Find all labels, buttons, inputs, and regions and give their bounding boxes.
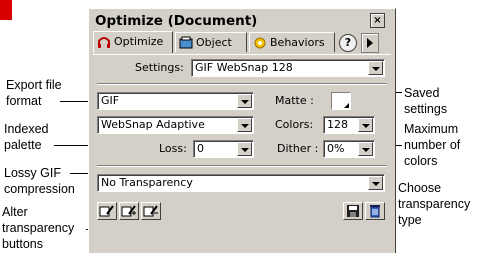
tab-object-label: Object [196, 36, 232, 49]
optimize-icon [98, 37, 110, 48]
behaviors-icon [254, 37, 266, 49]
object-icon [179, 36, 193, 49]
panel-titlebar[interactable]: Optimize (Document) × [93, 12, 391, 31]
annotation-export-format-line1: Export file [6, 78, 62, 92]
annotation-lossy-line1: Lossy GIF [4, 166, 61, 180]
chevron-down-icon[interactable] [358, 118, 373, 132]
divider [97, 165, 387, 167]
chevron-down-icon[interactable] [237, 142, 252, 156]
colors-label: Colors: [275, 118, 314, 131]
eyedropper-icon [99, 205, 114, 217]
loss-label: Loss: [159, 142, 187, 155]
tab-optimize[interactable]: Optimize [93, 31, 173, 53]
transparency-select-button[interactable] [97, 202, 117, 220]
annotation-choose-line3: type [398, 213, 422, 227]
tab-object[interactable]: Object [175, 32, 247, 52]
trash-icon [370, 205, 380, 218]
annotation-indexed-line1: Indexed [4, 122, 49, 136]
panel-menu-arrow-icon[interactable] [361, 33, 379, 53]
dither-label: Dither : [277, 142, 319, 155]
annotation-max-colors-line1: Maximum [404, 122, 459, 136]
optimize-content: Settings: GIF WebSnap 128 GIF Matte : We… [93, 54, 391, 254]
export-format-value: GIF [101, 94, 120, 107]
export-format-select[interactable]: GIF [97, 92, 254, 110]
dither-select[interactable]: 0% [323, 140, 375, 158]
annotation-lossy-line2: compression [4, 182, 75, 196]
annotation-max-colors-line2: number of [404, 138, 461, 152]
chevron-down-icon[interactable] [368, 61, 383, 75]
annotation-choose-line1: Choose [398, 181, 442, 195]
settings-select[interactable]: GIF WebSnap 128 [191, 59, 385, 77]
colors-value: 128 [327, 118, 348, 131]
annotation-export-format-line2: format [6, 94, 42, 108]
annotation-alter-line3: buttons [2, 237, 44, 251]
save-settings-button[interactable] [343, 202, 363, 220]
close-icon[interactable]: × [370, 13, 385, 28]
tab-optimize-label: Optimize [114, 35, 164, 48]
chevron-down-icon[interactable] [368, 176, 383, 190]
transparency-value: No Transparency [101, 176, 193, 189]
chevron-down-icon[interactable] [358, 142, 373, 156]
transparency-select[interactable]: No Transparency [97, 174, 385, 192]
transparency-remove-button[interactable] [141, 202, 161, 220]
panel-tabs: Optimize Object Behaviors ? [93, 31, 393, 54]
matte-label: Matte : [275, 94, 314, 107]
settings-value: GIF WebSnap 128 [195, 61, 293, 74]
divider [97, 83, 387, 85]
annotation-saved-line2: settings [404, 102, 448, 116]
transparency-add-button[interactable] [119, 202, 139, 220]
chevron-down-icon[interactable] [237, 118, 252, 132]
annotation-max-colors-line3: colors [404, 154, 438, 168]
eyedropper-plus-icon [121, 205, 136, 217]
settings-label: Settings: [135, 61, 184, 74]
indexed-palette-value: WebSnap Adaptive [101, 118, 205, 131]
annotation-choose-line2: transparency [398, 197, 471, 211]
colors-select[interactable]: 128 [323, 116, 375, 134]
help-icon[interactable]: ? [339, 34, 357, 52]
eyedropper-minus-icon [143, 205, 158, 217]
tab-behaviors[interactable]: Behaviors [249, 32, 335, 52]
optimize-panel: Optimize (Document) × Optimize Object Be… [88, 8, 396, 253]
chevron-down-icon[interactable] [237, 94, 252, 108]
save-icon [347, 205, 359, 217]
matte-color-swatch[interactable] [331, 92, 351, 110]
panel-title: Optimize (Document) [95, 13, 258, 29]
annotation-saved-line1: Saved [404, 86, 440, 100]
dither-value: 0% [327, 142, 345, 155]
delete-settings-button[interactable] [365, 202, 385, 220]
red-accent-bar [0, 0, 12, 20]
annotation-alter-line2: transparency [2, 221, 75, 235]
loss-value: 0 [197, 142, 204, 155]
indexed-palette-select[interactable]: WebSnap Adaptive [97, 116, 254, 134]
loss-select[interactable]: 0 [193, 140, 254, 158]
tab-behaviors-label: Behaviors [270, 36, 325, 49]
annotation-alter-line1: Alter [2, 205, 28, 219]
annotation-indexed-line2: palette [4, 138, 42, 152]
